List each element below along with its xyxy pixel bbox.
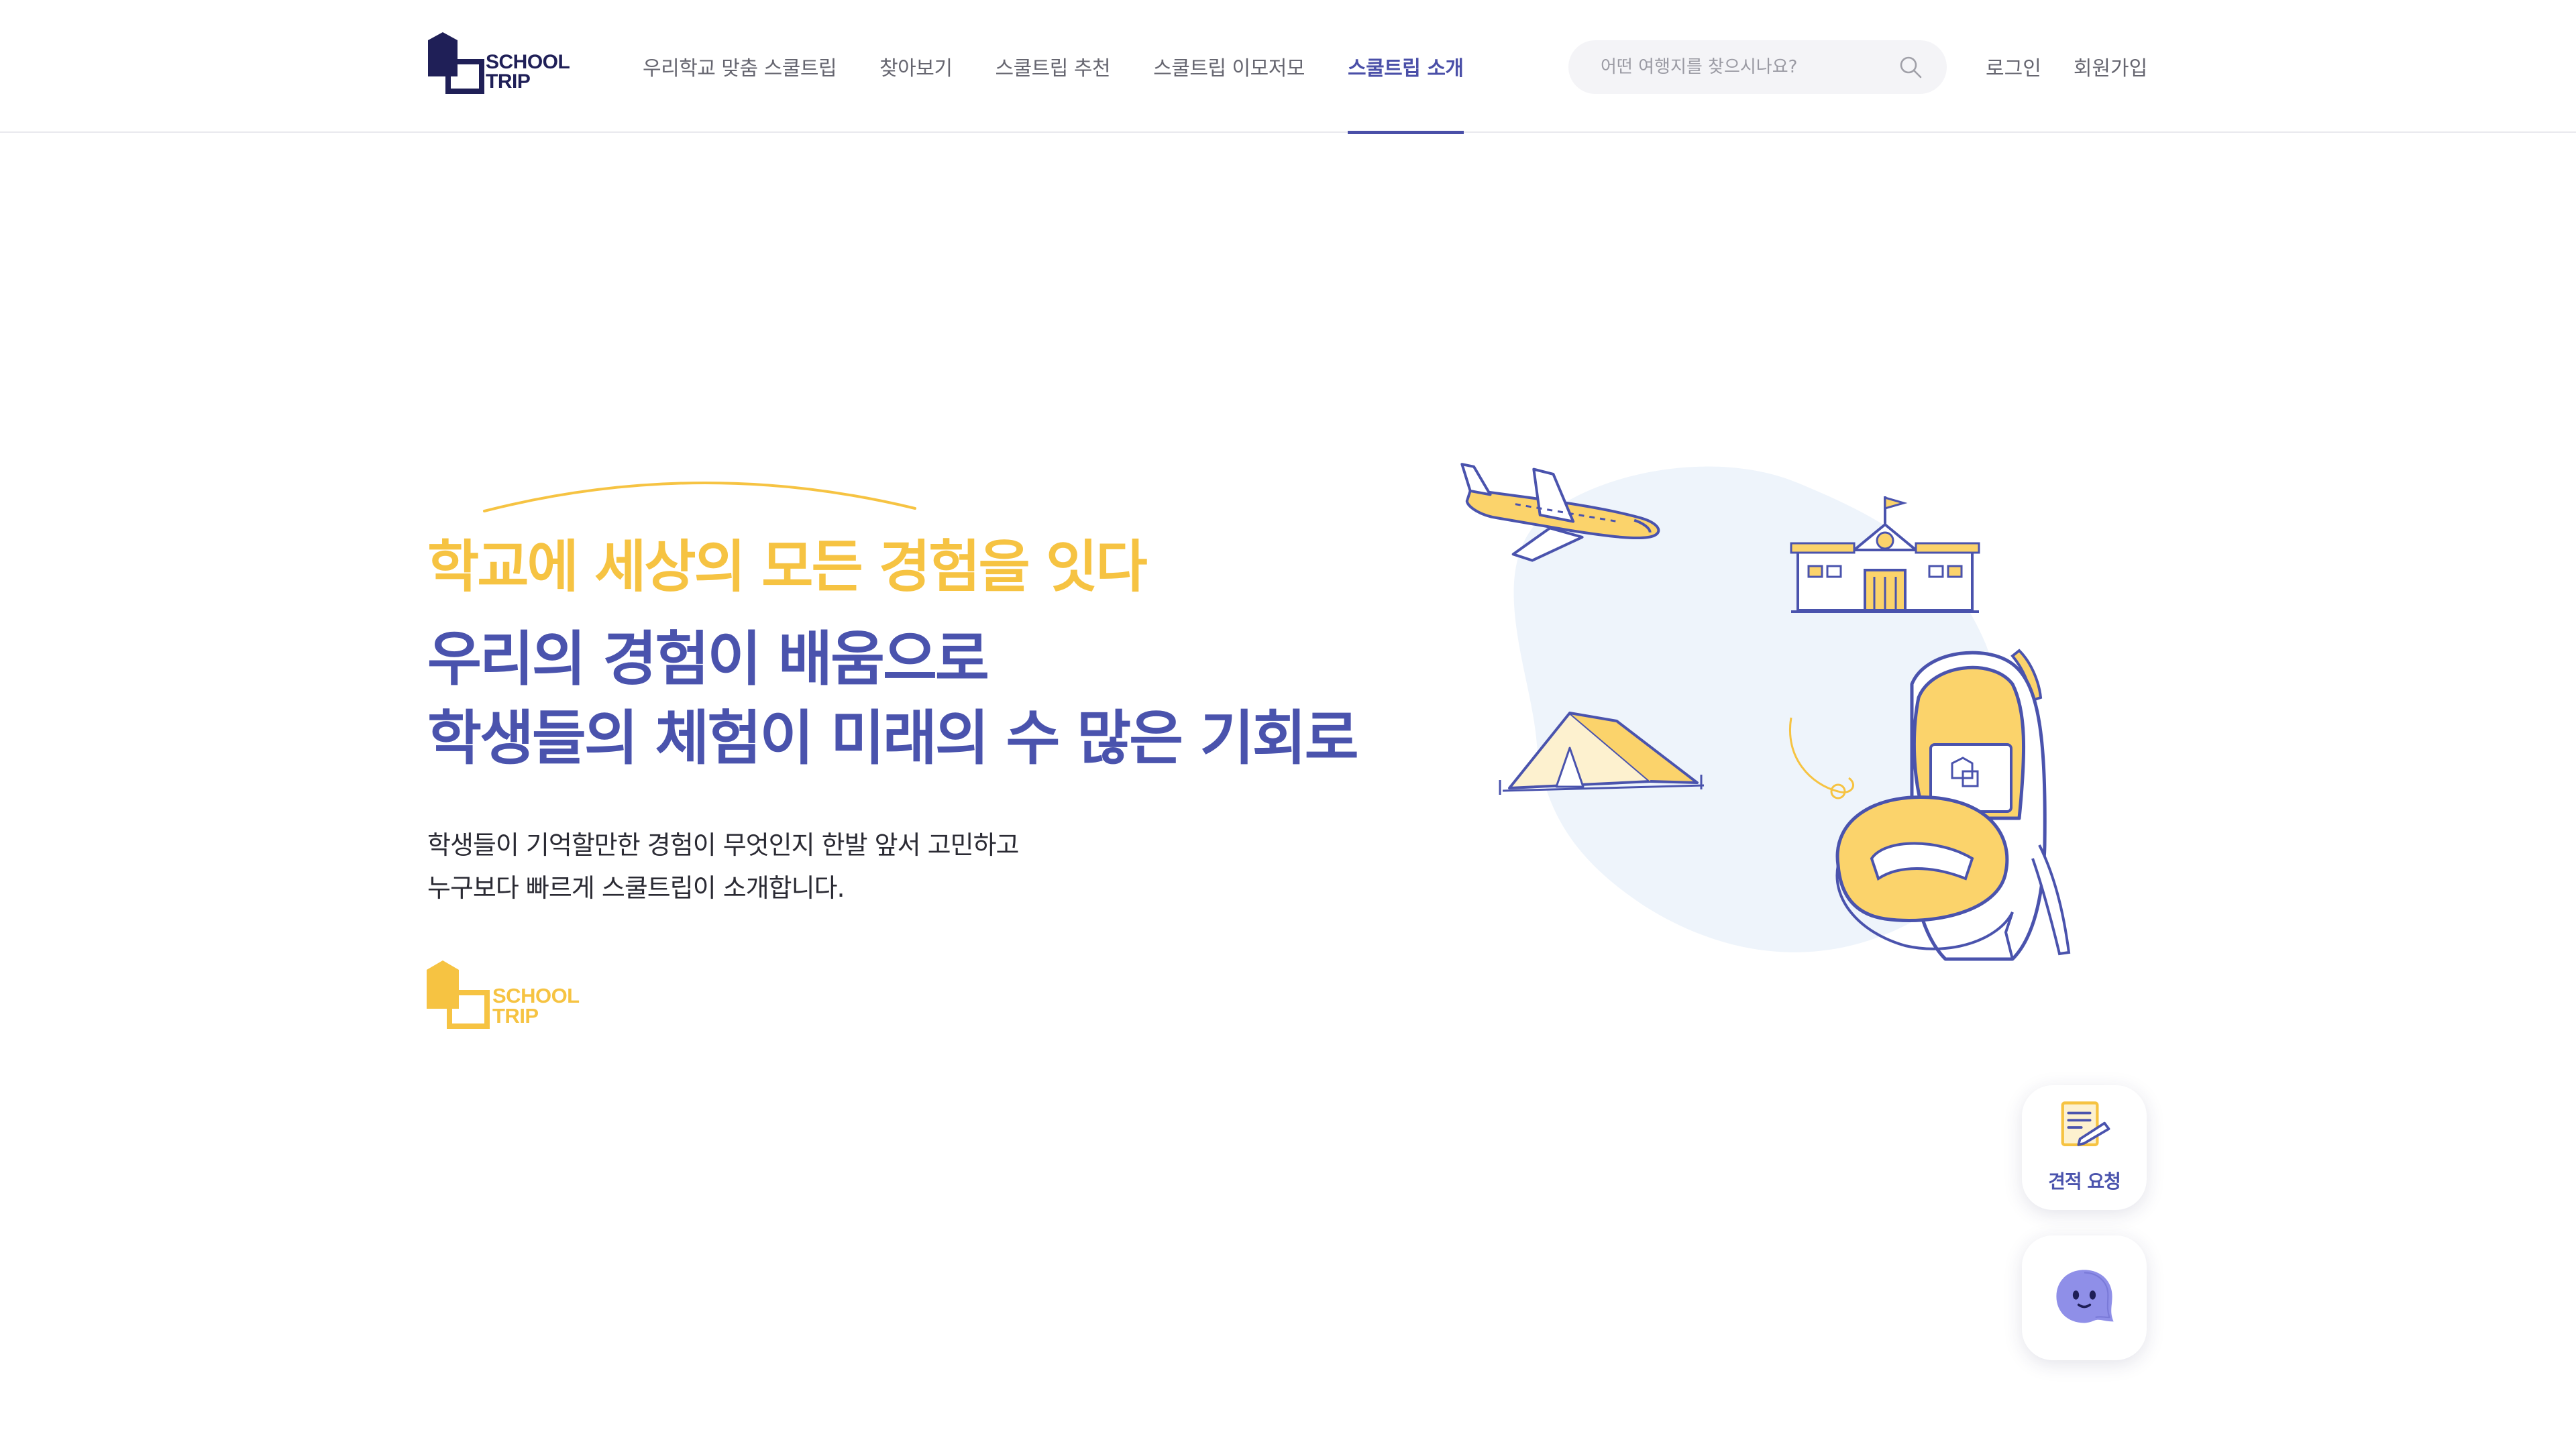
site-header: SCHOOL TRIP 우리학교 맞춤 스쿨트립 찾아보기 스쿨트립 추천 스쿨…	[0, 0, 2576, 134]
document-pencil-icon	[2061, 1101, 2110, 1146]
nav-item-custom-trip[interactable]: 우리학교 맞춤 스쿨트립	[643, 0, 837, 133]
hero-tagline: 학교에 세상의 모든 경험을 잇다	[427, 534, 1148, 600]
logo-line2: TRIP	[486, 70, 531, 93]
hero-logo-line2: TRIP	[492, 1004, 539, 1028]
nav-item-recommend[interactable]: 스쿨트립 추천	[995, 0, 1110, 133]
hero-logo-wordmark: SCHOOL TRIP	[492, 984, 580, 1028]
quote-request-button[interactable]: 견적 요청	[2022, 1085, 2147, 1210]
login-link[interactable]: 로그인	[1986, 52, 2041, 81]
nav-item-stories[interactable]: 스쿨트립 이모저모	[1153, 0, 1305, 133]
nav-item-browse[interactable]: 찾아보기	[879, 0, 953, 133]
chat-bot-icon	[2056, 1270, 2114, 1323]
nav-item-about[interactable]: 스쿨트립 소개	[1347, 0, 1464, 134]
travel-illustration	[1460, 463, 2071, 961]
logo-line1: SCHOOL	[486, 51, 570, 73]
description-line-1: 학생들이 기억할만한 경험이 무엇인지 한발 앞서 고민하고	[427, 830, 1020, 860]
logo-mark-icon	[428, 32, 484, 94]
site-logo[interactable]: SCHOOL TRIP	[428, 32, 582, 94]
decorative-arc	[483, 482, 916, 512]
hero-description: 학생들이 기억할만한 경험이 무엇인지 한발 앞서 고민하고 누구보다 빠르게 …	[427, 824, 1020, 909]
main-nav: 우리학교 맞춤 스쿨트립 찾아보기 스쿨트립 추천 스쿨트립 이모저모 스쿨트립…	[643, 0, 1464, 134]
logo-mark-icon	[427, 960, 490, 1029]
search-input[interactable]	[1599, 40, 1894, 94]
signup-link[interactable]: 회원가입	[2074, 52, 2147, 81]
search-box	[1568, 40, 1947, 94]
headline-line-1: 우리의 경험이 배움으로	[427, 624, 989, 694]
search-icon[interactable]	[1898, 55, 1923, 79]
auth-links: 로그인 회원가입	[1986, 0, 2147, 133]
description-line-2: 누구보다 빠르게 스쿨트립이 소개합니다.	[427, 873, 845, 903]
hero-headline: 우리의 경험이 배움으로 학생들의 체험이 미래의 수 많은 기회로	[427, 620, 1359, 778]
logo-wordmark: SCHOOL TRIP	[486, 51, 570, 93]
chat-bot-button[interactable]	[2022, 1235, 2147, 1360]
quote-request-label: 견적 요청	[2048, 1170, 2121, 1193]
headline-line-2: 학생들의 체험이 미래의 수 많은 기회로	[427, 704, 1359, 773]
hero-logo: SCHOOL TRIP	[427, 960, 601, 1030]
hero-logo-line1: SCHOOL	[492, 984, 580, 1007]
